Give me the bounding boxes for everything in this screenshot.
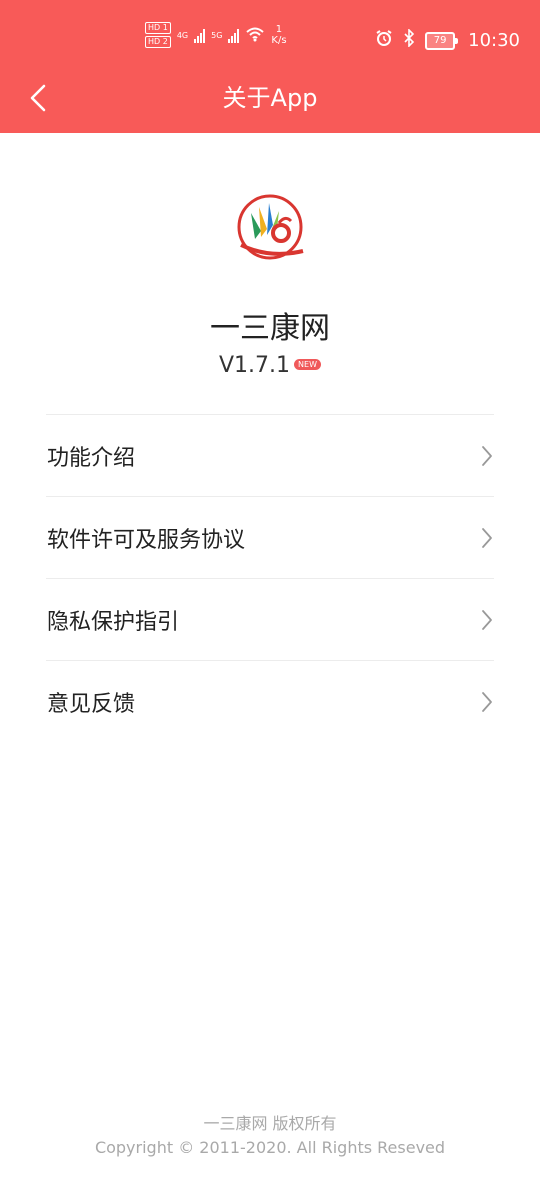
app-logo	[237, 194, 304, 260]
menu-item-label: 隐私保护指引	[47, 609, 180, 635]
network-speed: 1 K/s	[271, 24, 286, 46]
settings-menu: 功能介绍 软件许可及服务协议 隐私保护指引 意见反馈	[46, 414, 494, 742]
footer: 一三康网 版权所有 Copyright © 2011-2020. All Rig…	[0, 1113, 540, 1159]
alarm-icon	[375, 29, 393, 52]
chevron-right-icon	[480, 526, 494, 550]
app-name: 一三康网	[210, 311, 330, 346]
status-right: 79 10:30	[375, 28, 520, 52]
menu-item-feedback[interactable]: 意见反馈	[46, 660, 494, 742]
speed-value: 1	[275, 24, 283, 35]
page-title: 关于App	[222, 84, 318, 112]
menu-item-label: 软件许可及服务协议	[47, 527, 246, 553]
menu-item-label: 意见反馈	[47, 691, 136, 717]
status-left: HD 1 HD 2 4G 5G 1 K/s	[145, 22, 287, 48]
hd2-badge: HD 2	[145, 36, 171, 48]
menu-item-privacy[interactable]: 隐私保护指引	[46, 578, 494, 660]
menu-item-features[interactable]: 功能介绍	[46, 414, 494, 496]
chevron-right-icon	[480, 608, 494, 632]
copyright-owner: 一三康网 版权所有	[203, 1114, 337, 1133]
battery-level: 79	[425, 31, 456, 50]
speed-unit: K/s	[271, 35, 287, 46]
clock: 10:30	[468, 30, 520, 51]
bluetooth-icon	[403, 28, 415, 52]
version-row: V1.7.1 NEW	[0, 353, 540, 378]
signal-icon-2	[228, 27, 240, 43]
new-badge: NEW	[294, 359, 321, 370]
menu-item-label: 功能介绍	[47, 445, 136, 471]
network-type-1: 4G	[176, 30, 189, 40]
hd1-badge: HD 1	[145, 22, 171, 34]
status-bar: HD 1 HD 2 4G 5G 1 K/s 79 10:30	[0, 0, 540, 80]
battery-icon: 79	[425, 31, 459, 50]
app-version: V1.7.1	[219, 353, 291, 378]
nav-bar: 关于App	[0, 80, 540, 133]
copyright-text: Copyright © 2011-2020. All Rights Reseve…	[94, 1138, 446, 1157]
menu-item-license[interactable]: 软件许可及服务协议	[46, 496, 494, 578]
chevron-right-icon	[480, 690, 494, 714]
wifi-icon	[245, 26, 265, 45]
network-type-2: 5G	[211, 30, 223, 40]
hd-indicators: HD 1 HD 2	[145, 22, 171, 48]
chevron-right-icon	[480, 444, 494, 468]
signal-icon	[194, 27, 206, 43]
